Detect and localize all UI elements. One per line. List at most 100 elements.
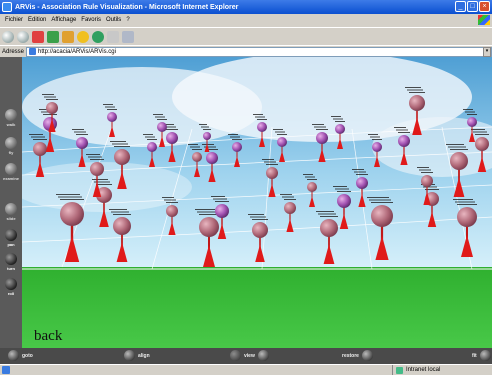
align-icon xyxy=(124,350,135,361)
rule-caption-line xyxy=(475,134,489,135)
align-button[interactable]: align xyxy=(124,350,150,361)
walk-label: walk xyxy=(6,122,16,127)
mail-icon[interactable] xyxy=(107,30,119,43)
rule-caption-line xyxy=(407,89,423,91)
rule-caption-line xyxy=(88,156,102,158)
history-icon[interactable] xyxy=(92,30,104,43)
walk-button[interactable]: walk xyxy=(4,109,18,127)
rule-caption-line xyxy=(107,109,117,110)
align-label: align xyxy=(138,352,150,359)
rule-caption-line xyxy=(113,214,131,215)
close-button[interactable]: × xyxy=(479,1,490,12)
rule-sphere xyxy=(450,152,468,170)
rule-caption-line xyxy=(262,159,274,160)
rule-caption-line xyxy=(284,199,296,200)
rule-caption-line xyxy=(43,114,57,115)
rule-caption-line xyxy=(155,116,165,118)
address-label: Adresse xyxy=(2,48,25,55)
menu-outils[interactable]: Outils xyxy=(106,17,121,23)
address-dropdown-button[interactable]: ▾ xyxy=(483,47,491,57)
turn-button[interactable]: turn xyxy=(4,253,18,271)
rule-sphere xyxy=(76,137,88,149)
restore-button[interactable]: restore xyxy=(342,350,373,361)
menu-fichier[interactable]: Fichier xyxy=(5,17,23,23)
rule-caption-line xyxy=(199,124,207,125)
rule-caption-line xyxy=(201,126,209,128)
rule-caption-line xyxy=(335,188,349,190)
rule-sphere xyxy=(90,162,104,176)
home-icon[interactable] xyxy=(62,30,74,43)
print-icon[interactable] xyxy=(122,30,134,43)
page-icon xyxy=(29,48,37,55)
rule-sphere xyxy=(277,137,287,147)
rule-caption-line xyxy=(203,129,211,130)
rule-sphere xyxy=(215,204,229,218)
3d-scene[interactable]: back xyxy=(22,57,492,348)
rule-caption-line xyxy=(352,169,364,170)
rule-caption-line xyxy=(333,118,343,120)
restore-label: restore xyxy=(342,352,359,359)
rule-caption-line xyxy=(153,114,163,115)
pan-button[interactable]: pan xyxy=(4,229,18,247)
rule-caption-line xyxy=(303,174,313,175)
rule-caption-line xyxy=(105,106,115,108)
rule-caption-line xyxy=(103,104,113,105)
pan-icon xyxy=(5,229,17,241)
rule-caption-line xyxy=(448,146,466,148)
rule-sphere xyxy=(232,142,242,152)
forward-arrow-icon[interactable] xyxy=(17,30,29,43)
fly-icon xyxy=(5,137,17,149)
fly-label: fly xyxy=(8,150,14,155)
rule-caption-line xyxy=(72,129,84,130)
goto-label: goto xyxy=(22,352,33,359)
rule-caption-line xyxy=(204,146,216,148)
rule-caption-line xyxy=(86,154,100,155)
ground-plane xyxy=(22,267,492,348)
rule-caption-line xyxy=(473,131,487,133)
stop-icon[interactable] xyxy=(32,30,44,43)
rule-caption-line xyxy=(307,179,317,180)
menu-affichage[interactable]: Affichage xyxy=(51,17,76,23)
favorites-star-icon[interactable] xyxy=(77,30,89,43)
rule-caption-line xyxy=(277,134,287,135)
minimize-button[interactable]: _ xyxy=(455,1,466,12)
roll-button[interactable]: roll xyxy=(4,278,18,296)
back-arrow-icon[interactable] xyxy=(2,30,14,43)
rule-sphere xyxy=(113,217,131,235)
rule-caption-line xyxy=(453,199,473,200)
rule-sphere xyxy=(203,132,211,140)
examine-label: examine xyxy=(3,176,20,181)
view-button[interactable]: view xyxy=(230,350,269,361)
title-bar: ARVis - Association Rule Visualization -… xyxy=(0,0,492,14)
rule-caption-line xyxy=(31,136,45,138)
fit-button[interactable]: fit xyxy=(472,350,491,361)
rule-caption-line xyxy=(195,209,215,210)
menu-favoris[interactable]: Favoris xyxy=(81,17,101,23)
view-icon xyxy=(257,350,269,361)
slide-button[interactable]: slide xyxy=(4,203,18,221)
back-label[interactable]: back xyxy=(34,328,62,345)
goto-button[interactable]: goto xyxy=(8,350,33,361)
rule-caption-line xyxy=(367,197,389,198)
view-label: view xyxy=(244,352,255,359)
turn-label: turn xyxy=(7,266,15,271)
refresh-icon[interactable] xyxy=(47,30,59,43)
menu-help[interactable]: ? xyxy=(126,17,129,23)
intranet-icon xyxy=(396,366,403,374)
rule-caption-line xyxy=(164,199,176,201)
fly-button[interactable]: fly xyxy=(4,137,18,155)
rule-sphere xyxy=(252,222,268,238)
scene-svg xyxy=(22,57,492,348)
rule-caption-line xyxy=(369,199,391,201)
rule-caption-line xyxy=(112,143,128,145)
maximize-button[interactable]: □ xyxy=(467,1,478,12)
rule-sphere xyxy=(475,137,489,151)
rule-sphere xyxy=(398,135,410,147)
menu-edition[interactable]: Edition xyxy=(28,17,46,23)
rule-caption-line xyxy=(450,149,468,150)
rule-sphere xyxy=(356,177,368,189)
address-input[interactable]: http://acacia/ARVis/ARVis.cgi xyxy=(26,46,492,57)
rule-caption-line xyxy=(166,202,178,203)
examine-button[interactable]: examine xyxy=(3,163,20,181)
windows-flag-icon xyxy=(478,15,490,25)
